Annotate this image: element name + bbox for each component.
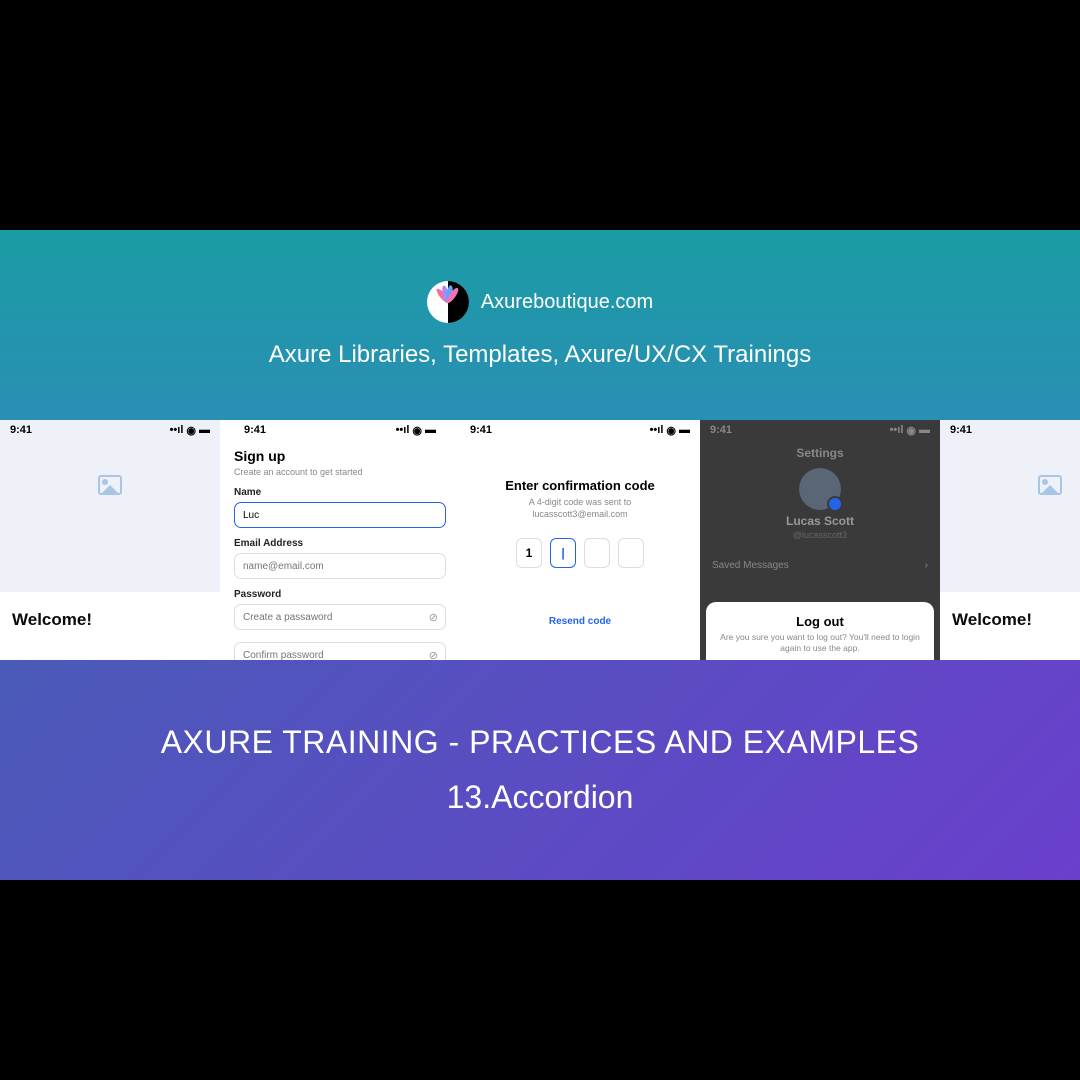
wifi-icon: ◉ xyxy=(186,424,196,437)
welcome-title: Welcome! xyxy=(952,610,1080,630)
chevron-right-icon: › xyxy=(925,560,928,571)
brand-tagline: Axure Libraries, Templates, Axure/UX/CX … xyxy=(269,341,811,369)
status-time: 9:41 xyxy=(710,424,732,436)
code-digit-4[interactable] xyxy=(618,538,644,568)
bottom-letterbox xyxy=(0,880,1080,1080)
screen-confirmation: 9:41 ••ıl ◉ ▬ Enter confirmation code A … xyxy=(460,420,700,660)
confirm-title: Enter confirmation code xyxy=(460,478,700,493)
status-time: 9:41 xyxy=(10,424,32,436)
status-bar: 9:41 xyxy=(940,420,1080,440)
training-subtitle: 13.Accordion xyxy=(447,779,634,816)
screen-welcome-right: 9:41 Welcome! xyxy=(940,420,1080,660)
image-placeholder-icon xyxy=(98,475,122,495)
screen-settings-logout: 9:41 ••ıl ◉ ▬ Settings Lucas Scott @luca… xyxy=(700,420,940,660)
code-digit-2[interactable]: | xyxy=(550,538,576,568)
code-digit-1[interactable]: 1 xyxy=(516,538,542,568)
battery-icon: ▬ xyxy=(199,424,210,436)
logout-text: Are you sure you want to log out? You'll… xyxy=(716,632,924,654)
status-icons: ••ıl ◉ ▬ xyxy=(396,424,436,437)
mockup-screens: 9:41 ••ıl ◉ ▬ Welcome! 9:41 ••ıl ◉ ▬ Sig… xyxy=(0,420,1080,660)
battery-icon: ▬ xyxy=(679,424,690,436)
brand-banner: Axureboutique.com Axure Libraries, Templ… xyxy=(0,230,1080,420)
top-letterbox xyxy=(0,0,1080,230)
battery-icon: ▬ xyxy=(425,424,436,436)
avatar-area: Lucas Scott @lucasscott3 xyxy=(700,468,940,540)
brand-name: Axureboutique.com xyxy=(481,291,653,314)
email-label: Email Address xyxy=(234,538,446,549)
password-label: Password xyxy=(234,589,446,600)
training-banner: AXURE TRAINING - PRACTICES AND EXAMPLES … xyxy=(0,660,1080,880)
confirm-subtitle: A 4-digit code was sent to lucasscott3@e… xyxy=(460,497,700,520)
logo-row: Axureboutique.com xyxy=(427,281,653,323)
welcome-panel: Welcome! xyxy=(940,592,1080,660)
welcome-title: Welcome! xyxy=(12,610,208,630)
signup-title: Sign up xyxy=(234,448,446,464)
welcome-panel: Welcome! xyxy=(0,592,220,660)
wifi-icon: ◉ xyxy=(906,424,916,437)
saved-messages-item[interactable]: Saved Messages › xyxy=(700,552,940,579)
signup-subtitle: Create an account to get started xyxy=(234,467,446,477)
signal-icon: ••ıl xyxy=(650,424,664,436)
status-bar: 9:41 ••ıl ◉ ▬ xyxy=(0,420,220,440)
wifi-icon: ◉ xyxy=(666,424,676,437)
user-name: Lucas Scott xyxy=(700,514,940,528)
status-time: 9:41 xyxy=(244,424,266,436)
screen-welcome-left: 9:41 ••ıl ◉ ▬ Welcome! xyxy=(0,420,220,660)
name-input[interactable] xyxy=(234,502,446,528)
status-time: 9:41 xyxy=(950,424,972,436)
email-input[interactable] xyxy=(234,553,446,579)
settings-title: Settings xyxy=(700,446,940,460)
status-icons: ••ıl ◉ ▬ xyxy=(170,424,210,437)
status-time: 9:41 xyxy=(470,424,492,436)
code-digit-3[interactable] xyxy=(584,538,610,568)
signal-icon: ••ıl xyxy=(170,424,184,436)
battery-icon: ▬ xyxy=(919,424,930,436)
wifi-icon: ◉ xyxy=(412,424,422,437)
logo-icon xyxy=(427,281,469,323)
status-bar: 9:41 ••ıl ◉ ▬ xyxy=(460,420,700,440)
status-bar: 9:41 ••ıl ◉ ▬ xyxy=(700,420,940,440)
logout-sheet: Log out Are you sure you want to log out… xyxy=(706,602,934,660)
signal-icon: ••ıl xyxy=(890,424,904,436)
avatar-icon xyxy=(799,468,841,510)
status-icons: ••ıl ◉ ▬ xyxy=(650,424,690,437)
eye-off-icon[interactable]: ⊘ xyxy=(429,611,438,624)
resend-link[interactable]: Resend code xyxy=(460,616,700,627)
eye-off-icon[interactable]: ⊘ xyxy=(429,649,438,660)
image-placeholder-icon xyxy=(1038,475,1062,495)
signal-icon: ••ıl xyxy=(396,424,410,436)
logout-title: Log out xyxy=(716,614,924,629)
password-input[interactable] xyxy=(234,604,446,630)
code-inputs: 1 | xyxy=(460,538,700,568)
status-bar: 9:41 ••ıl ◉ ▬ xyxy=(234,420,446,440)
status-icons: ••ıl ◉ ▬ xyxy=(890,424,930,437)
user-handle: @lucasscott3 xyxy=(700,530,940,540)
confirm-password-input[interactable] xyxy=(234,642,446,660)
screen-signup: 9:41 ••ıl ◉ ▬ Sign up Create an account … xyxy=(220,420,460,660)
training-title: AXURE TRAINING - PRACTICES AND EXAMPLES xyxy=(161,724,920,761)
name-label: Name xyxy=(234,487,446,498)
